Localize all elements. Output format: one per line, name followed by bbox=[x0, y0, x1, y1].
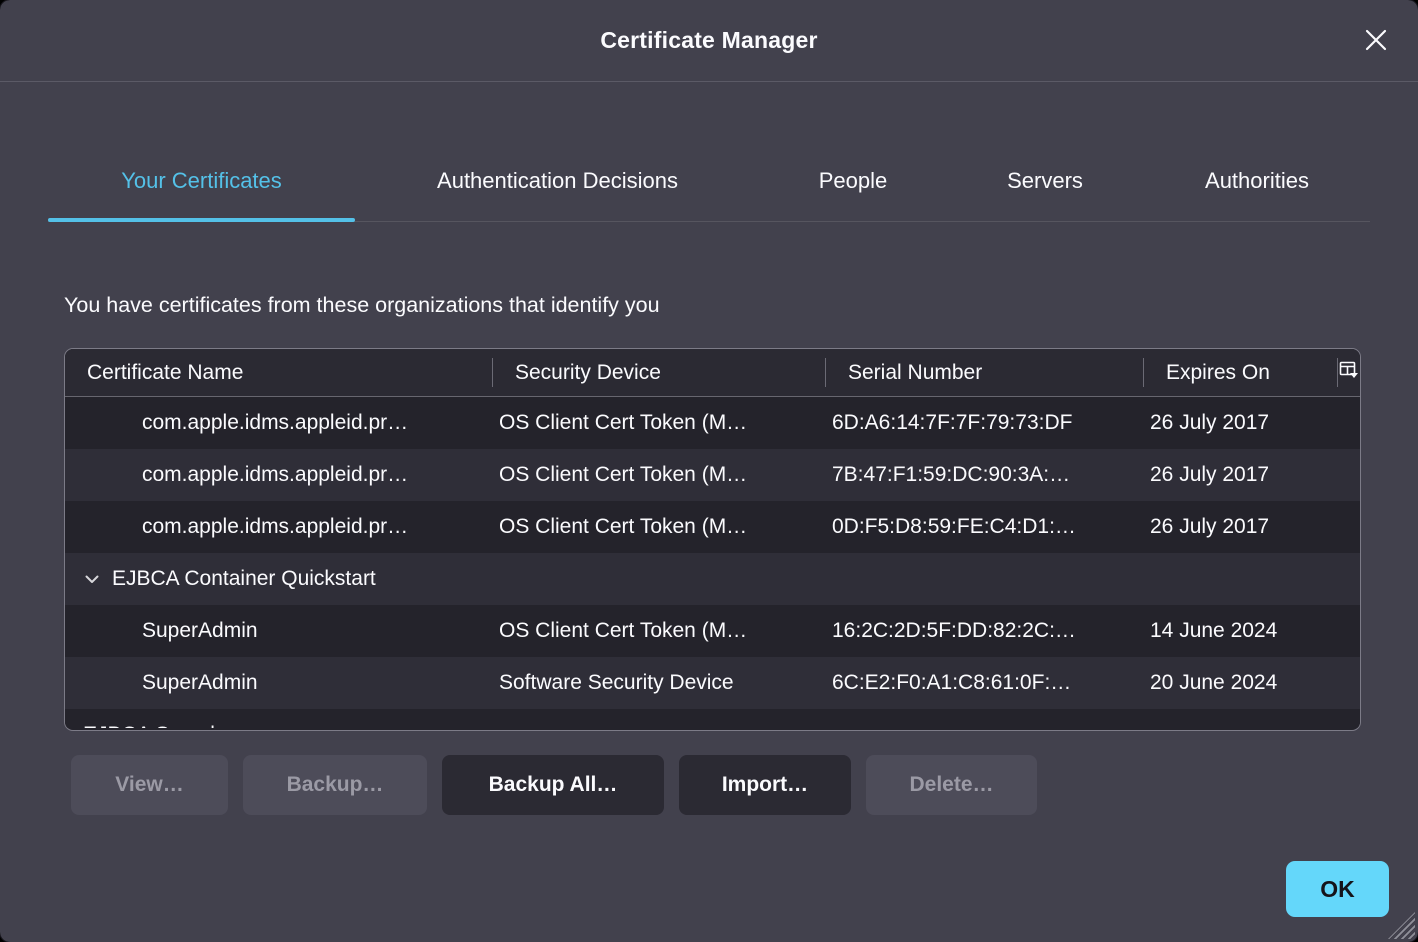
cell-certificate-name: com.apple.idms.appleid.pr… bbox=[65, 411, 493, 435]
table-row[interactable]: com.apple.idms.appleid.pr… OS Client Cer… bbox=[65, 449, 1360, 501]
action-button-row: View… Backup… Backup All… Import… Delete… bbox=[71, 755, 1037, 815]
table-body: com.apple.idms.appleid.pr… OS Client Cer… bbox=[65, 397, 1360, 728]
cell-serial-number: 6C:E2:F0:A1:C8:61:0F:… bbox=[826, 671, 1144, 695]
table-row[interactable]: SuperAdmin Software Security Device 6C:E… bbox=[65, 657, 1360, 709]
close-button[interactable] bbox=[1360, 25, 1392, 57]
resize-grip[interactable] bbox=[1388, 912, 1415, 939]
cell-serial-number: 6D:A6:14:7F:7F:79:73:DF bbox=[826, 411, 1144, 435]
titlebar: Certificate Manager bbox=[0, 0, 1418, 82]
column-header-security-device[interactable]: Security Device bbox=[493, 349, 826, 396]
cell-serial-number: 16:2C:2D:5F:DD:82:2C:… bbox=[826, 619, 1144, 643]
dialog-title: Certificate Manager bbox=[600, 27, 817, 54]
certificate-manager-dialog: Certificate Manager Your Certificates Au… bbox=[0, 0, 1418, 942]
cell-security-device: OS Client Cert Token (M… bbox=[493, 463, 826, 487]
table-header: Certificate Name Security Device Serial … bbox=[65, 349, 1360, 397]
chevron-down-icon[interactable] bbox=[83, 570, 101, 588]
cell-expires-on: 26 July 2017 bbox=[1144, 463, 1338, 487]
cell-certificate-name: com.apple.idms.appleid.pr… bbox=[65, 515, 493, 539]
backup-all-button[interactable]: Backup All… bbox=[442, 755, 664, 815]
column-picker-button[interactable] bbox=[1338, 349, 1360, 396]
column-picker-icon bbox=[1339, 360, 1359, 386]
group-label: EJBCA Sampl… bbox=[83, 709, 236, 728]
cell-expires-on: 26 July 2017 bbox=[1144, 515, 1338, 539]
group-label-wrap: EJBCA Container Quickstart bbox=[65, 567, 1360, 591]
group-row-clipped[interactable]: EJBCA Sampl… bbox=[65, 709, 1360, 728]
group-label: EJBCA Container Quickstart bbox=[112, 567, 376, 591]
cell-expires-on: 14 June 2024 bbox=[1144, 619, 1338, 643]
table-row[interactable]: SuperAdmin OS Client Cert Token (M… 16:2… bbox=[65, 605, 1360, 657]
cell-expires-on: 20 June 2024 bbox=[1144, 671, 1338, 695]
cell-serial-number: 7B:47:F1:59:DC:90:3A:… bbox=[826, 463, 1144, 487]
import-button[interactable]: Import… bbox=[679, 755, 851, 815]
cell-security-device: Software Security Device bbox=[493, 671, 826, 695]
column-header-serial-number[interactable]: Serial Number bbox=[826, 349, 1144, 396]
certificates-table: Certificate Name Security Device Serial … bbox=[64, 348, 1361, 731]
table-row[interactable]: com.apple.idms.appleid.pr… OS Client Cer… bbox=[65, 501, 1360, 553]
group-row-ejbca-container-quickstart[interactable]: EJBCA Container Quickstart bbox=[65, 553, 1360, 605]
tab-authentication-decisions[interactable]: Authentication Decisions bbox=[355, 140, 760, 221]
tab-authorities[interactable]: Authorities bbox=[1144, 140, 1370, 221]
delete-button[interactable]: Delete… bbox=[866, 755, 1037, 815]
cell-certificate-name: SuperAdmin bbox=[65, 671, 493, 695]
table-row[interactable]: com.apple.idms.appleid.pr… OS Client Cer… bbox=[65, 397, 1360, 449]
column-header-expires-on[interactable]: Expires On bbox=[1144, 349, 1338, 396]
intro-text: You have certificates from these organiz… bbox=[64, 293, 660, 318]
cell-security-device: OS Client Cert Token (M… bbox=[493, 515, 826, 539]
close-icon bbox=[1363, 27, 1389, 56]
tab-servers[interactable]: Servers bbox=[946, 140, 1144, 221]
cell-certificate-name: SuperAdmin bbox=[65, 619, 493, 643]
view-button[interactable]: View… bbox=[71, 755, 228, 815]
cell-security-device: OS Client Cert Token (M… bbox=[493, 411, 826, 435]
tab-people[interactable]: People bbox=[760, 140, 946, 221]
ok-button[interactable]: OK bbox=[1286, 861, 1389, 917]
cell-serial-number: 0D:F5:D8:59:FE:C4:D1:… bbox=[826, 515, 1144, 539]
tab-your-certificates[interactable]: Your Certificates bbox=[48, 140, 355, 221]
column-header-certificate-name[interactable]: Certificate Name bbox=[65, 349, 493, 396]
cell-certificate-name: com.apple.idms.appleid.pr… bbox=[65, 463, 493, 487]
cell-expires-on: 26 July 2017 bbox=[1144, 411, 1338, 435]
group-label-wrap: EJBCA Sampl… bbox=[65, 709, 1360, 728]
cell-security-device: OS Client Cert Token (M… bbox=[493, 619, 826, 643]
tab-bar: Your Certificates Authentication Decisio… bbox=[48, 140, 1370, 222]
backup-button[interactable]: Backup… bbox=[243, 755, 427, 815]
